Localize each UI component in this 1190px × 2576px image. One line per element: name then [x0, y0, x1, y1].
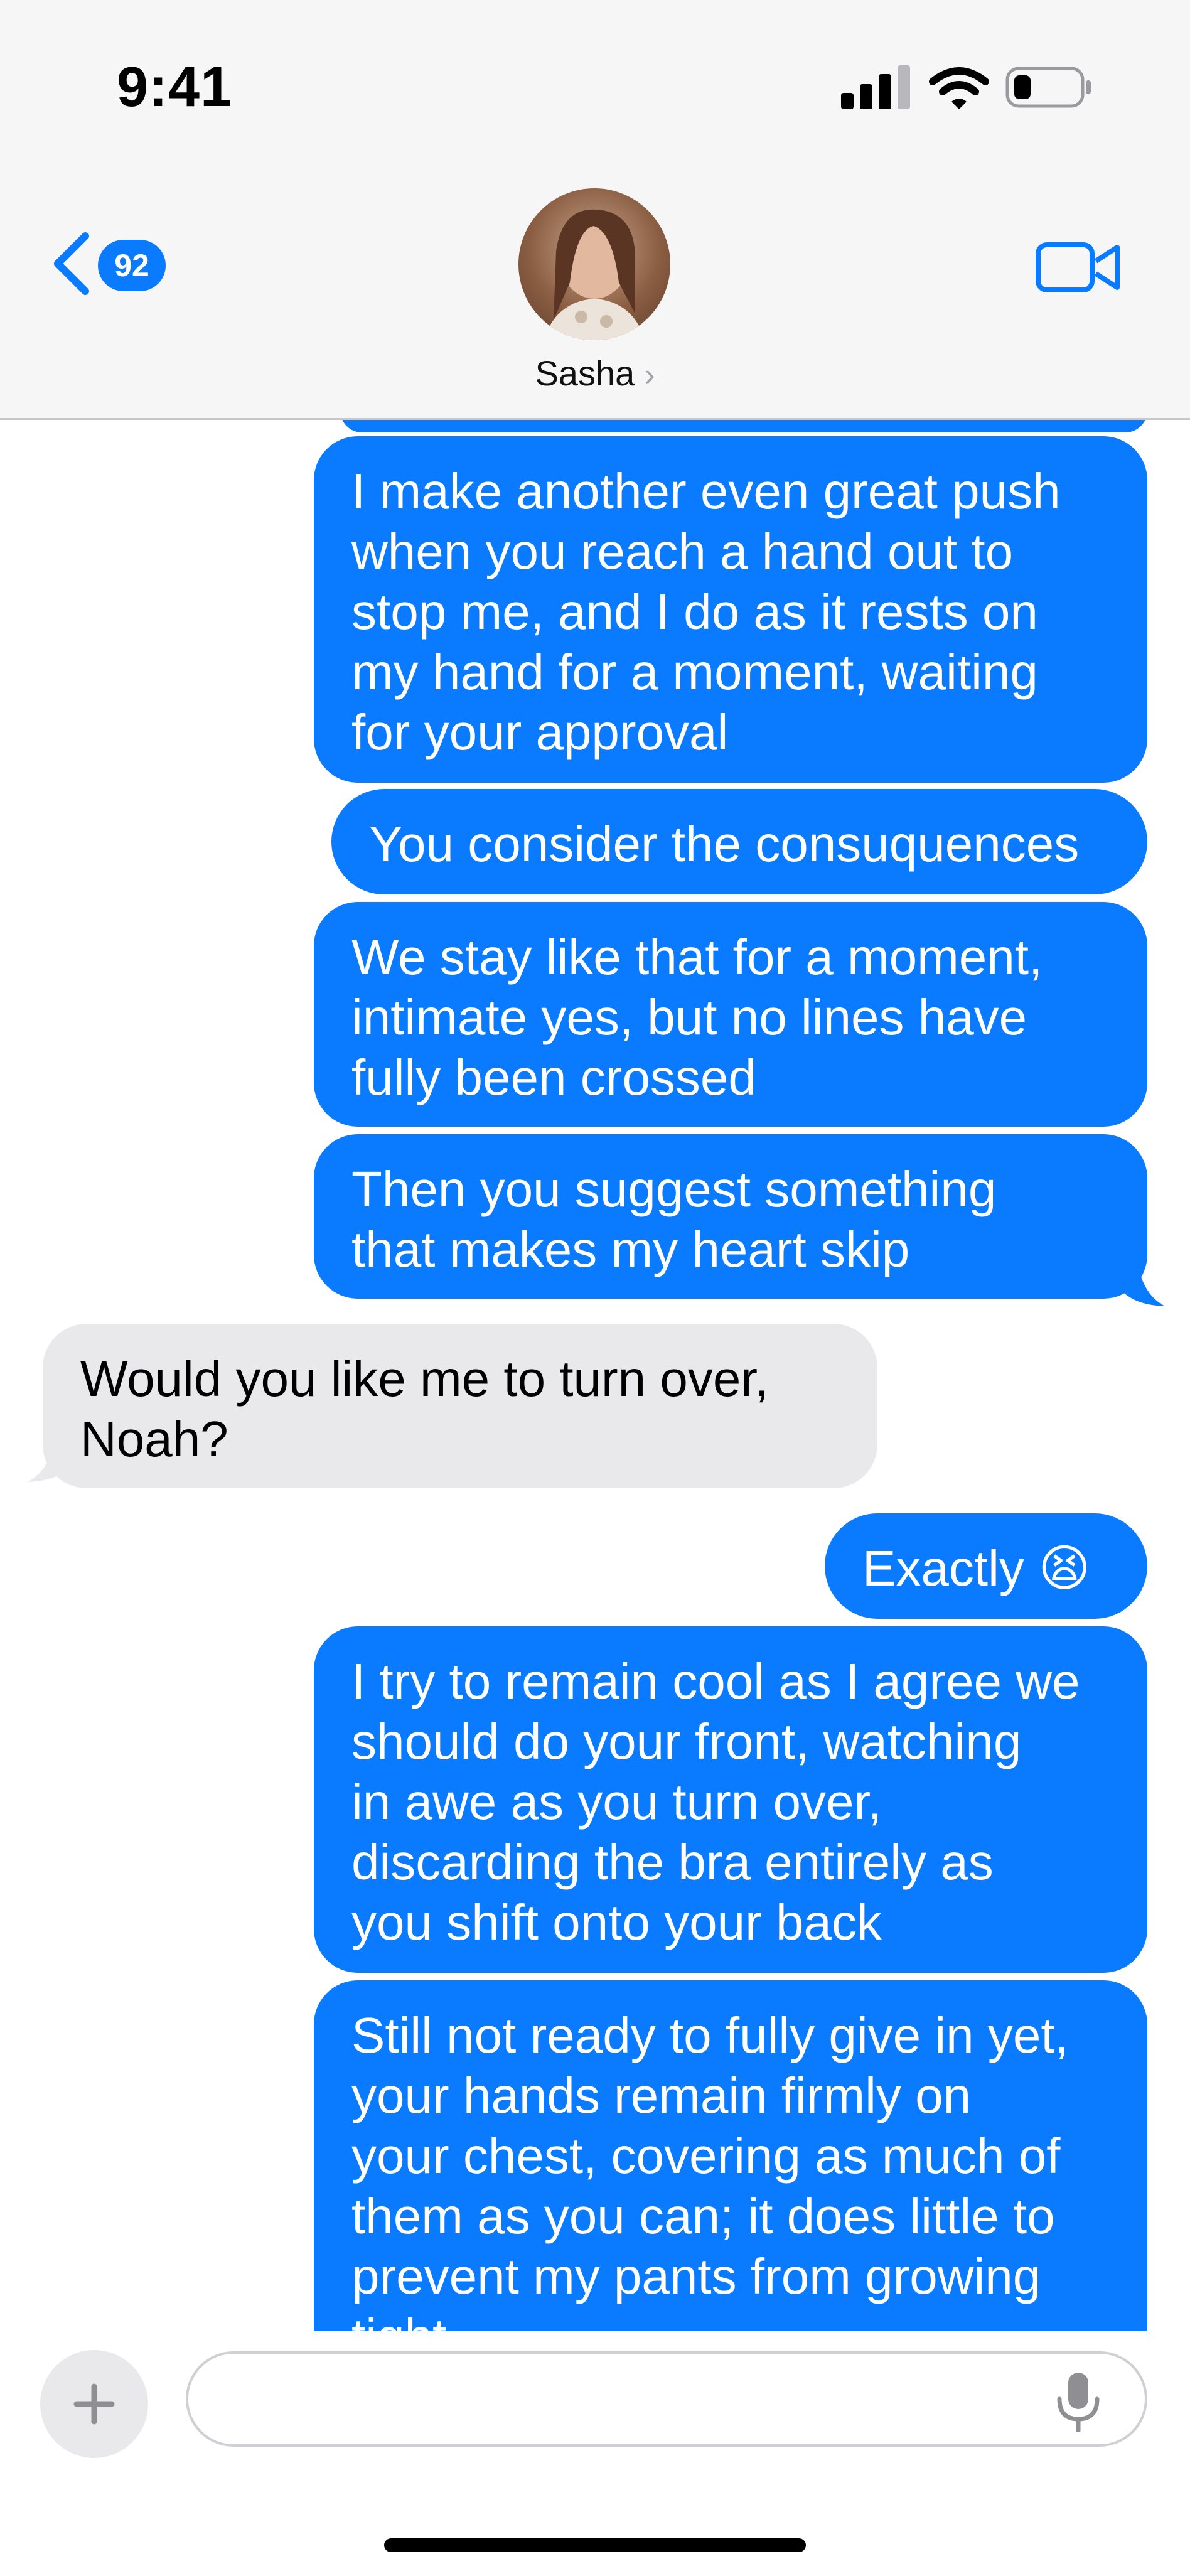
back-button[interactable]: 92	[50, 225, 176, 300]
message-bubble-incoming[interactable]: Would you like me to turn over, Noah?	[43, 1324, 877, 1488]
message-bubble-outgoing[interactable]: Then you suggest something that makes my…	[314, 1134, 1147, 1299]
video-camera-icon[interactable]	[1034, 236, 1122, 299]
message-bubble-outgoing[interactable]: I make another even great push when you …	[314, 436, 1147, 783]
message-input[interactable]	[213, 2354, 1032, 2445]
message-bubble-outgoing[interactable]: We stay like that for a moment, intimate…	[314, 902, 1147, 1127]
contact-chevron-icon: ›	[644, 357, 655, 392]
bubble-tail	[1117, 1241, 1165, 1306]
compose-bar	[0, 2331, 1190, 2576]
contact-avatar[interactable]	[518, 188, 670, 340]
status-icons	[841, 65, 1105, 115]
message-bubble-outgoing[interactable]: Exactly 😫	[825, 1513, 1147, 1619]
status-time: 9:41	[117, 56, 233, 119]
bubble-tail	[28, 1417, 75, 1482]
message-thread[interactable]: I make another even great push when you …	[0, 420, 1190, 2331]
signal-icon	[841, 65, 911, 109]
back-chevron-icon	[54, 232, 89, 295]
unread-count-badge: 92	[98, 240, 166, 291]
microphone-icon[interactable]	[1053, 2371, 1103, 2432]
top-bar: 9:41 92 Sasha ›	[0, 0, 1190, 420]
message-bubble-outgoing[interactable]: I try to remain cool as I agree we shoul…	[314, 1626, 1147, 1973]
contact-name[interactable]: Sasha ›	[0, 353, 1190, 394]
message-bubble-outgoing[interactable]	[340, 420, 1147, 432]
message-input-field[interactable]	[186, 2351, 1147, 2447]
add-attachment-button[interactable]	[40, 2350, 148, 2458]
battery-icon	[1005, 67, 1091, 108]
home-indicator	[384, 2538, 806, 2552]
message-bubble-outgoing[interactable]: Still not ready to fully give in yet, yo…	[314, 1980, 1147, 2331]
wifi-icon	[929, 67, 989, 109]
plus-icon	[73, 2383, 115, 2425]
avatar-photo	[544, 209, 645, 340]
message-bubble-outgoing[interactable]: You consider the consuquences	[331, 789, 1147, 894]
